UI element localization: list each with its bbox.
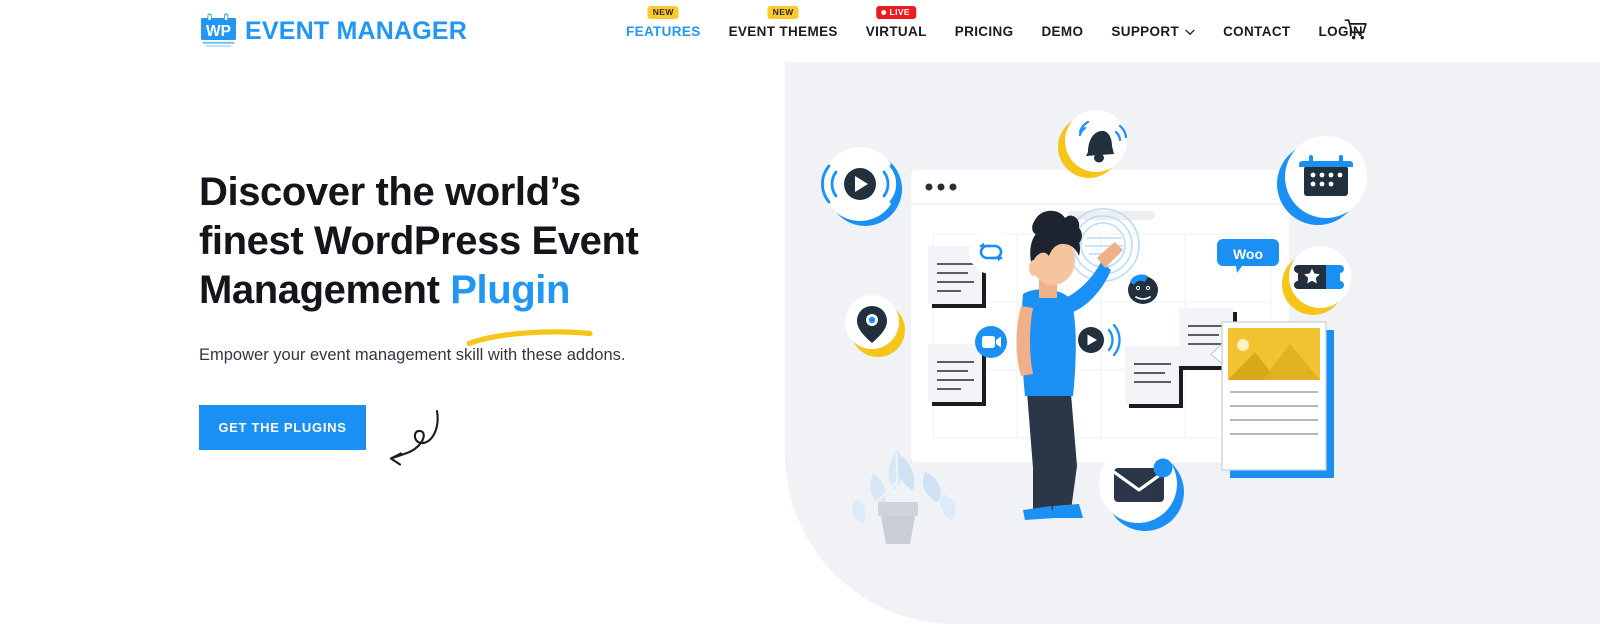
nav-badge-live: LIVE [876,6,916,19]
bell-notification-icon [1058,110,1128,178]
nav-label: FEATURES [626,23,701,39]
note-card [928,344,986,406]
promo-image-card [1210,321,1334,478]
chevron-down-icon [1185,24,1195,39]
nav-label: PRICING [954,23,1014,39]
nav-item-features[interactable]: NEW FEATURES [612,0,715,62]
nav-badge-label: NEW [652,7,674,17]
calendar-wp-icon: WP [199,13,238,49]
browser-dot [937,183,945,191]
location-pin-icon [845,295,905,357]
nav-label: SUPPORT [1111,23,1180,39]
site-header: WP EVENT MANAGER NEW FEATURES NEW EVENT … [0,0,1600,62]
hero-subtitle: Empower your event management skill with… [199,346,626,364]
note-card [1125,346,1183,408]
yellow-underline-swoosh [466,310,593,347]
ticket-star-icon [1282,246,1351,315]
sync-refresh-icon [969,230,1013,274]
nav-label: VIRTUAL [865,23,927,39]
nav-item-virtual[interactable]: LIVE VIRTUAL [852,0,941,62]
headline-line-2: finest WordPress Event [199,219,639,263]
curved-arrow-doodle-icon [383,406,447,472]
site-logo[interactable]: WP EVENT MANAGER [199,13,467,49]
hero-illustration: Woo [785,62,1600,624]
main-nav: NEW FEATURES NEW EVENT THEMES LIVE VIRTU… [612,0,1377,62]
nav-badge-new: NEW [647,6,679,19]
browser-dot [949,183,957,191]
landing-page: WP EVENT MANAGER NEW FEATURES NEW EVENT … [0,0,1600,624]
shopping-cart-icon[interactable] [1344,18,1370,44]
hero-illustration-panel: Woo [785,62,1600,624]
nav-label: DEMO [1041,23,1084,39]
nav-item-event-themes[interactable]: NEW EVENT THEMES [715,0,852,62]
calendar-icon [1277,136,1367,225]
get-the-plugins-button[interactable]: GET THE PLUGINS [199,405,366,450]
nav-item-pricing[interactable]: PRICING [941,0,1028,62]
nav-badge-label: NEW [772,7,794,17]
browser-dot [925,183,933,191]
svg-text:WP: WP [206,23,231,40]
page-title: Discover the world’s finest WordPress Ev… [199,168,669,347]
potted-plant [852,450,956,544]
nav-badge-label: LIVE [889,7,910,17]
headline-accent-word: Plugin [450,268,571,312]
broadcast-play-icon [821,147,902,226]
nav-item-demo[interactable]: DEMO [1027,0,1097,62]
nav-item-contact[interactable]: CONTACT [1209,0,1304,62]
nav-badge-new: NEW [767,6,799,19]
live-dot-icon [881,9,887,15]
nav-item-support[interactable]: SUPPORT [1097,0,1209,62]
nav-label: CONTACT [1223,23,1291,39]
video-camera-icon [975,326,1007,358]
hero-copy: Discover the world’s finest WordPress Ev… [199,168,669,466]
nav-label: EVENT THEMES [728,23,838,39]
headline-line-1: Discover the world’s [199,170,581,214]
headline-line-3: Management [199,268,451,312]
brand-name: EVENT MANAGER [245,16,468,45]
svg-text:Woo: Woo [1233,246,1263,262]
